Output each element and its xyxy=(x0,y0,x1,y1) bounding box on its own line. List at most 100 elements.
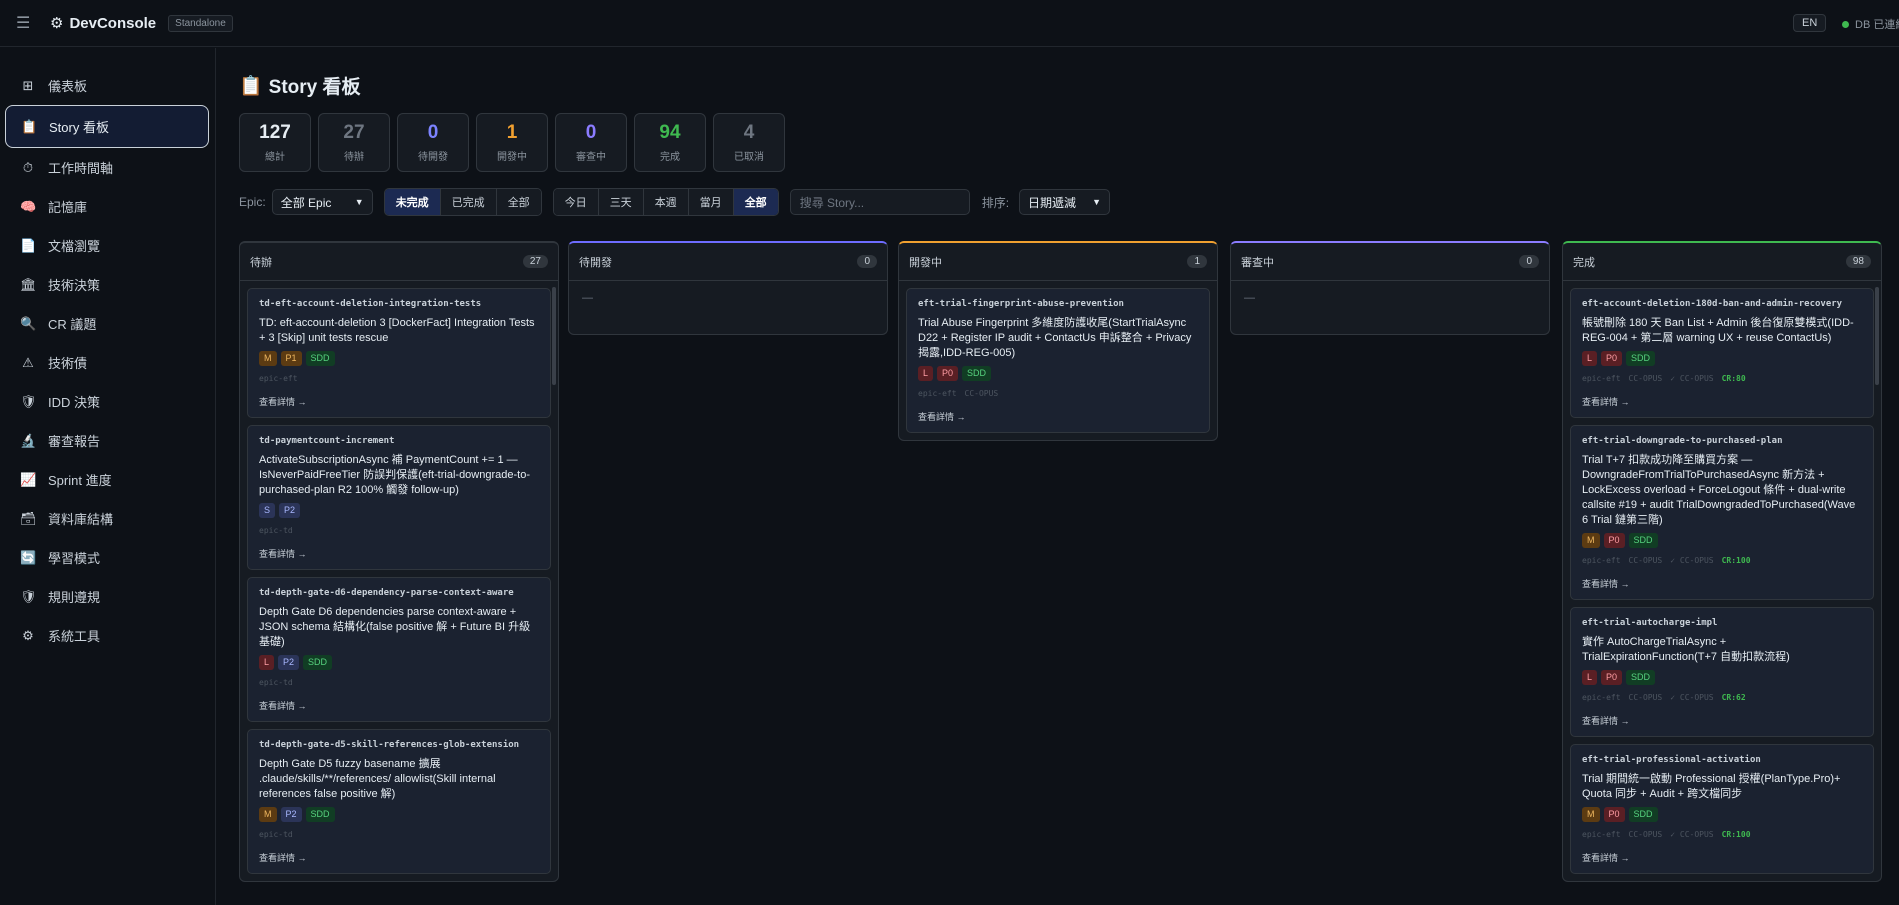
view-details-link[interactable]: 查看詳情 → xyxy=(918,410,1198,423)
story-id: td-depth-gate-d5-skill-references-glob-e… xyxy=(259,740,520,750)
view-details-link[interactable]: 查看詳情 → xyxy=(259,699,539,712)
time-tab[interactable]: 今日 xyxy=(553,189,599,215)
story-card[interactable]: td-depth-gate-d6-dependency-parse-contex… xyxy=(247,577,551,722)
shield-icon: 🛡 xyxy=(20,588,37,604)
column-count-badge: 1 xyxy=(1187,255,1207,268)
sidebar-item-label: 文檔瀏覽 xyxy=(48,239,101,254)
stat-card[interactable]: 0 待開發 xyxy=(397,113,469,172)
status-tab[interactable]: 未完成 xyxy=(384,189,441,215)
stat-label: 開發中 xyxy=(497,152,527,163)
time-tab[interactable]: 本週 xyxy=(643,189,689,215)
view-details-link[interactable]: 查看詳情 → xyxy=(1582,851,1862,864)
stat-card[interactable]: 4 已取消 xyxy=(713,113,785,172)
column-body: — xyxy=(569,281,887,318)
sidebar-item-1[interactable]: 📋 Story 看板 xyxy=(5,105,209,148)
meta-item: epic-td xyxy=(259,830,293,839)
status-tab[interactable]: 全部 xyxy=(496,189,541,215)
column-count-badge: 0 xyxy=(1519,255,1539,268)
stat-label: 完成 xyxy=(660,152,680,163)
story-title: Trial Abuse Fingerprint 多維度防護收尾(StartTri… xyxy=(918,317,1192,359)
view-details-link[interactable]: 查看詳情 → xyxy=(1582,395,1862,408)
story-card[interactable]: td-paymentcount-increment ActivateSubscri… xyxy=(247,425,551,570)
sidebar-item-6[interactable]: 🔍 CR 議題 xyxy=(5,304,209,343)
story-card[interactable]: td-depth-gate-d5-skill-references-glob-e… xyxy=(247,729,551,874)
status-dot-icon xyxy=(1842,20,1849,28)
story-card[interactable]: eft-account-deletion-180d-ban-and-admin-… xyxy=(1570,288,1874,418)
tag-badge: P2 xyxy=(279,503,301,518)
meta-item: epic-eft xyxy=(1582,693,1621,702)
sidebar-item-7[interactable]: ⚠ 技術債 xyxy=(5,343,209,382)
clipboard-icon: 📋 xyxy=(239,75,263,97)
stat-label: 待開發 xyxy=(418,152,448,163)
time-tab[interactable]: 當月 xyxy=(688,189,734,215)
search-input[interactable]: 搜尋 Story... xyxy=(789,189,970,215)
status-tab[interactable]: 已完成 xyxy=(440,189,497,215)
tag-badge: M xyxy=(1582,807,1600,822)
tag-badge: P2 xyxy=(280,807,302,822)
story-id: eft-trial-autocharge-impl xyxy=(1582,618,1718,628)
clipboard-icon: 📋 xyxy=(21,118,38,134)
stat-card[interactable]: 127 總計 xyxy=(239,113,311,172)
time-tab[interactable]: 全部 xyxy=(733,189,778,215)
sidebar-item-2[interactable]: ⏱ 工作時間軸 xyxy=(5,148,209,187)
brand[interactable]: ⚙ DevConsole Standalone xyxy=(50,14,233,32)
search-icon: 🔍 xyxy=(20,315,37,331)
sidebar-item-0[interactable]: ⊞ 儀表板 xyxy=(5,66,209,105)
meta-item: epic-td xyxy=(259,678,293,687)
tag-badge: P0 xyxy=(1601,670,1623,685)
story-card[interactable]: eft-trial-professional-activation Trial 期… xyxy=(1570,744,1874,874)
story-card[interactable]: eft-trial-autocharge-impl 實作 AutoChargeTr… xyxy=(1570,607,1874,737)
microscope-icon: 🔬 xyxy=(20,432,37,448)
view-details-link[interactable]: 查看詳情 → xyxy=(259,547,539,560)
sidebar-item-label: CR 議題 xyxy=(48,317,97,332)
sidebar-item-9[interactable]: 🔬 審查報告 xyxy=(5,421,209,460)
sidebar-item-8[interactable]: 🛡 IDD 決策 xyxy=(5,382,209,421)
stat-label: 已取消 xyxy=(734,152,764,163)
search-placeholder: 搜尋 Story... xyxy=(799,195,865,210)
epic-select[interactable]: 全部 Epic ▼ xyxy=(271,189,373,215)
view-details-link[interactable]: 查看詳情 → xyxy=(259,851,539,864)
kanban-column: 待開發 0 — xyxy=(568,241,888,335)
column-body: eft-trial-fingerprint-abuse-prevention Tr… xyxy=(899,281,1217,433)
warning-icon: ⚠ xyxy=(22,354,34,370)
scrollbar[interactable] xyxy=(552,287,556,385)
scrollbar[interactable] xyxy=(1875,287,1879,385)
story-card[interactable]: td-eft-account-deletion-integration-test… xyxy=(247,288,551,418)
story-title: Trial 期間統一啟動 Professional 授權(PlanType.Pr… xyxy=(1582,773,1841,800)
language-button[interactable]: EN xyxy=(1793,14,1827,32)
sidebar-item-13[interactable]: 🛡 規則遵規 xyxy=(5,577,209,616)
time-tab[interactable]: 三天 xyxy=(598,189,644,215)
stat-card[interactable]: 1 開發中 xyxy=(476,113,548,172)
stat-card[interactable]: 0 審查中 xyxy=(555,113,627,172)
sidebar-item-10[interactable]: 📈 Sprint 進度 xyxy=(5,460,209,499)
story-meta: epic-td xyxy=(259,830,539,839)
sidebar-item-14[interactable]: ⚙ 系統工具 xyxy=(5,616,209,655)
sidebar: ⊞ 儀表板 📋 Story 看板 ⏱ 工作時間軸 🧠 記憶庫 📄 文檔瀏覽 🏛 技術決策 🔍 CR 議題 ⚠… xyxy=(0,48,216,905)
epic-filter-label: Epic: xyxy=(239,195,266,209)
sidebar-item-3[interactable]: 🧠 記憶庫 xyxy=(5,187,209,226)
column-title: 待開發 xyxy=(579,256,612,269)
shield-icon: 🛡 xyxy=(20,393,37,409)
column-count-badge: 98 xyxy=(1845,255,1871,268)
story-card[interactable]: eft-trial-fingerprint-abuse-prevention Tr… xyxy=(906,288,1210,433)
sort-select[interactable]: 日期遞減 ▼ xyxy=(1019,189,1111,215)
kanban-column: 完成 98 eft-account-deletion-180d-ban-and-ad… xyxy=(1562,241,1882,882)
column-body: td-eft-account-deletion-integration-test… xyxy=(240,281,558,874)
stat-card[interactable]: 27 待辦 xyxy=(318,113,390,172)
tag-badge: L xyxy=(1582,351,1598,366)
cr-score: CR:80 xyxy=(1721,374,1746,383)
story-id: td-paymentcount-increment xyxy=(259,436,395,446)
menu-icon[interactable]: ☰ xyxy=(16,13,38,33)
view-details-link[interactable]: 查看詳情 → xyxy=(1582,714,1862,727)
sidebar-item-4[interactable]: 📄 文檔瀏覽 xyxy=(5,226,209,265)
sidebar-item-11[interactable]: 🗃 資料庫結構 xyxy=(5,499,209,538)
view-details-link[interactable]: 查看詳情 → xyxy=(259,395,539,408)
story-card[interactable]: eft-trial-downgrade-to-purchased-plan Tri… xyxy=(1570,425,1874,600)
sidebar-item-12[interactable]: 🔄 學習模式 xyxy=(5,538,209,577)
story-title: TD: eft-account-deletion 3 [DockerFact] … xyxy=(259,317,535,344)
view-details-link[interactable]: 查看詳情 → xyxy=(1582,577,1862,590)
chevron-down-icon: ▼ xyxy=(354,197,364,207)
sidebar-item-5[interactable]: 🏛 技術決策 xyxy=(5,265,209,304)
stat-label: 待辦 xyxy=(344,152,364,163)
stat-card[interactable]: 94 完成 xyxy=(634,113,706,172)
